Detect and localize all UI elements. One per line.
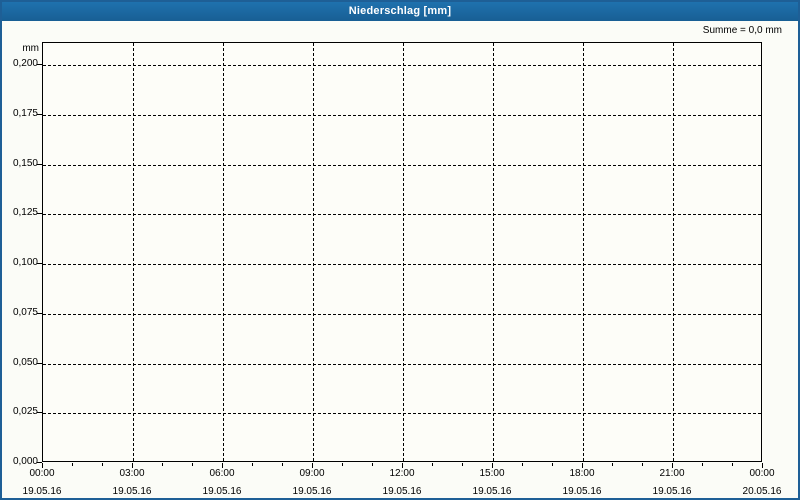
- y-axis-tick-mark: [37, 363, 42, 364]
- y-tick-label: 0,000: [12, 456, 38, 467]
- h-gridline: [43, 65, 761, 66]
- y-axis-tick-mark: [37, 213, 42, 214]
- y-tick-label: 0,025: [12, 406, 38, 417]
- plot-area: [42, 42, 762, 462]
- x-axis-date-label: 19.05.16: [652, 486, 692, 497]
- x-axis-time-label: 09:00: [299, 468, 325, 479]
- v-gridline: [133, 43, 134, 461]
- x-axis-date-label: 19.05.16: [22, 486, 62, 497]
- x-axis-minor-tick-mark: [252, 463, 253, 466]
- y-tick-label: 0,125: [12, 207, 38, 218]
- x-axis-time-label: 03:00: [119, 468, 145, 479]
- v-gridline: [223, 43, 224, 461]
- x-axis-date-label: 19.05.16: [112, 486, 152, 497]
- y-tick-label: 0,150: [12, 158, 38, 169]
- x-axis-minor-tick-mark: [102, 463, 103, 466]
- x-axis-minor-tick-mark: [372, 463, 373, 466]
- x-axis-minor-tick-mark: [552, 463, 553, 466]
- x-axis-minor-tick-mark: [72, 463, 73, 466]
- x-axis-date-label: 19.05.16: [292, 486, 332, 497]
- y-axis-tick-mark: [37, 313, 42, 314]
- y-axis-tick-mark: [37, 263, 42, 264]
- x-axis-minor-tick-mark: [462, 463, 463, 466]
- x-axis-time-label: 21:00: [659, 468, 685, 479]
- x-axis-minor-tick-mark: [192, 463, 193, 466]
- x-axis-major-tick-mark: [762, 463, 763, 468]
- x-axis-date-label: 19.05.16: [202, 486, 242, 497]
- v-gridline: [673, 43, 674, 461]
- y-axis-tick-mark: [37, 412, 42, 413]
- h-gridline: [43, 413, 761, 414]
- x-axis-time-label: 15:00: [479, 468, 505, 479]
- x-axis-major-tick-mark: [132, 463, 133, 468]
- chart-title: Niederschlag [mm]: [348, 5, 452, 17]
- x-axis-date-label: 19.05.16: [472, 486, 512, 497]
- y-tick-label: 0,100: [12, 257, 38, 268]
- x-axis-major-tick-mark: [312, 463, 313, 468]
- y-tick-label: 0,075: [12, 307, 38, 318]
- y-axis-tick-mark: [37, 164, 42, 165]
- y-tick-label: 0,050: [12, 357, 38, 368]
- x-axis-time-label: 06:00: [209, 468, 235, 479]
- x-axis-time-label: 00:00: [29, 468, 55, 479]
- y-tick-label: 0,200: [12, 58, 38, 69]
- y-axis-tick-mark: [37, 64, 42, 65]
- y-tick-label: 0,175: [12, 108, 38, 119]
- v-gridline: [583, 43, 584, 461]
- h-gridline: [43, 314, 761, 315]
- h-gridline: [43, 115, 761, 116]
- x-axis-minor-tick-mark: [522, 463, 523, 466]
- h-gridline: [43, 264, 761, 265]
- v-gridline: [493, 43, 494, 461]
- chart-title-bar: Niederschlag [mm]: [2, 2, 798, 21]
- x-axis-major-tick-mark: [42, 463, 43, 468]
- y-axis-tick-mark: [37, 114, 42, 115]
- x-axis-minor-tick-mark: [702, 463, 703, 466]
- x-axis-major-tick-mark: [582, 463, 583, 468]
- x-axis-major-tick-mark: [492, 463, 493, 468]
- x-axis-minor-tick-mark: [642, 463, 643, 466]
- v-gridline: [403, 43, 404, 461]
- sum-annotation: Summe = 0,0 mm: [702, 25, 782, 36]
- x-axis-major-tick-mark: [672, 463, 673, 468]
- x-axis-time-label: 00:00: [749, 468, 775, 479]
- x-axis-date-label: 19.05.16: [382, 486, 422, 497]
- x-axis-time-label: 18:00: [569, 468, 595, 479]
- x-axis-minor-tick-mark: [612, 463, 613, 466]
- x-axis-minor-tick-mark: [732, 463, 733, 466]
- chart-window: Niederschlag [mm] Summe = 0,0 mm mm 0,20…: [0, 0, 800, 500]
- y-axis-unit-label: mm: [22, 43, 39, 54]
- h-gridline: [43, 214, 761, 215]
- x-axis-minor-tick-mark: [282, 463, 283, 466]
- x-axis-date-label: 20.05.16: [742, 486, 782, 497]
- x-axis-time-label: 12:00: [389, 468, 415, 479]
- h-gridline: [43, 364, 761, 365]
- x-axis-major-tick-mark: [222, 463, 223, 468]
- x-axis-date-label: 19.05.16: [562, 486, 602, 497]
- x-axis-minor-tick-mark: [432, 463, 433, 466]
- v-gridline: [313, 43, 314, 461]
- x-axis-major-tick-mark: [402, 463, 403, 468]
- h-gridline: [43, 165, 761, 166]
- x-axis-minor-tick-mark: [162, 463, 163, 466]
- x-axis-minor-tick-mark: [342, 463, 343, 466]
